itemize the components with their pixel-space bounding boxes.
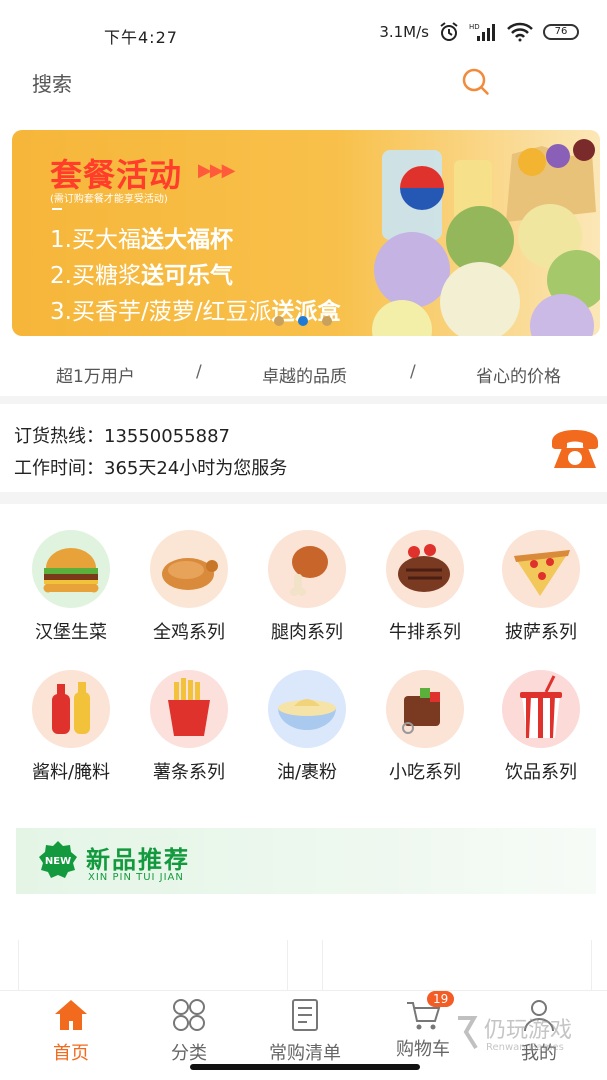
category-label: 酱料/腌料 [31, 762, 111, 783]
banner-food-image [372, 139, 600, 336]
category-drinks[interactable]: 饮品系列 [486, 670, 596, 784]
drink-cup-icon [502, 670, 580, 748]
battery-icon: 76 [543, 24, 579, 40]
pizza-icon [502, 530, 580, 608]
watermark-subtext: Renwan Games [486, 1042, 564, 1053]
new-products-section: NEW 新品推荐 XIN PIN TUI JIAN [0, 800, 607, 912]
banner-note: (需订购套餐才能享受活动) [50, 194, 168, 205]
banner-offer-2: 2.买糖浆送可乐气 [50, 263, 233, 289]
list-icon [292, 999, 318, 1031]
slogan-quality: 卓越的品质 [262, 367, 347, 387]
banner-arrows: ▶▶▶ [198, 160, 236, 181]
sauce-bottles-icon [32, 670, 110, 748]
category-steak[interactable]: 牛排系列 [370, 530, 480, 644]
fries-icon [150, 670, 228, 748]
slogan-users: 超1万用户 [56, 367, 135, 387]
hotline-hours: 工作时间：365天24小时为您服务 [14, 458, 288, 479]
category-label: 腿肉系列 [271, 622, 343, 643]
wifi-icon [507, 22, 533, 42]
product-list [0, 912, 607, 1000]
category-sauce[interactable]: 酱料/腌料 [16, 670, 126, 784]
status-bar: 下午4:27 3.1M/s HD 76 [0, 0, 607, 56]
search-bar[interactable]: 搜索 [0, 56, 607, 108]
home-indicator[interactable] [190, 1064, 420, 1070]
signal-icon: HD [469, 23, 495, 41]
tab-category[interactable]: 分类 [134, 997, 244, 1065]
roast-chicken-icon [150, 530, 228, 608]
snack-skewer-icon [386, 670, 464, 748]
cart-icon-wrap: 19 [405, 991, 455, 1033]
category-label: 油/裹粉 [276, 762, 338, 783]
carousel-dots[interactable] [274, 316, 332, 326]
promo-banner[interactable]: 套餐活动 ▶▶▶ (需订购套餐才能享受活动) 1.买大福送大福杯 2.买糖浆送可… [12, 130, 600, 336]
category-label: 披萨系列 [505, 622, 577, 643]
category-label: 小吃系列 [389, 762, 461, 783]
hd-label: HD [469, 23, 480, 31]
tab-label: 分类 [171, 1043, 207, 1064]
banner-divider [52, 208, 62, 210]
search-icon[interactable] [460, 66, 492, 98]
watermark-text: 仍玩游戏 [484, 1018, 573, 1043]
batter-bowl-icon [268, 670, 346, 748]
banner-section: 套餐活动 ▶▶▶ (需订购套餐才能享受活动) 1.买大福送大福杯 2.买糖浆送可… [0, 108, 607, 350]
category-label: 牛排系列 [389, 622, 461, 643]
steak-icon [386, 530, 464, 608]
tab-home[interactable]: 首页 [16, 997, 126, 1065]
category-pizza[interactable]: 披萨系列 [486, 530, 596, 644]
category-label: 全鸡系列 [153, 622, 225, 643]
network-speed: 3.1M/s [379, 23, 429, 41]
category-label: 饮品系列 [505, 762, 577, 783]
slogan-divider: / [410, 362, 416, 382]
category-fries[interactable]: 薯条系列 [134, 670, 244, 784]
new-products-banner[interactable]: NEW 新品推荐 XIN PIN TUI JIAN [16, 828, 596, 894]
carousel-dot[interactable] [274, 316, 284, 326]
new-products-title: 新品推荐 [86, 846, 190, 874]
search-label[interactable]: 搜索 [32, 68, 72, 97]
tab-frequent-list[interactable]: 常购清单 [250, 997, 360, 1065]
phone-icon[interactable] [548, 426, 602, 472]
burger-icon [32, 530, 110, 608]
alarm-icon [440, 22, 458, 41]
carousel-dot-active[interactable] [298, 316, 308, 326]
slogan-divider: / [196, 362, 202, 382]
new-products-subtitle: XIN PIN TUI JIAN [88, 872, 184, 883]
category-grid: 汉堡生菜 全鸡系列 腿肉系列 牛排系列 披萨系列 酱料/腌料 薯条系列 油/裹粉… [0, 504, 607, 800]
banner-offer-1: 1.买大福送大福杯 [50, 227, 233, 253]
category-whole-chicken[interactable]: 全鸡系列 [134, 530, 244, 644]
category-chicken-leg[interactable]: 腿肉系列 [252, 530, 362, 644]
hotline-section: 订货热线：13550055887 工作时间：365天24小时为您服务 [0, 404, 607, 492]
new-badge-text: NEW [45, 856, 71, 867]
watermark-logo-icon [458, 1016, 478, 1050]
tab-label: 首页 [53, 1043, 89, 1064]
slogan-bar: 超1万用户 / 卓越的品质 / 省心的价格 [0, 350, 607, 396]
hotline-phone[interactable]: 订货热线：13550055887 [14, 422, 230, 448]
status-time: 下午4:27 [104, 28, 178, 47]
tab-label: 常购清单 [269, 1043, 341, 1064]
category-batter[interactable]: 油/裹粉 [252, 670, 362, 784]
cart-badge: 19 [427, 991, 455, 1007]
chicken-leg-icon [268, 530, 346, 608]
category-snack[interactable]: 小吃系列 [370, 670, 480, 784]
new-badge-icon: NEW [39, 841, 77, 878]
category-icon [173, 999, 205, 1031]
category-label: 汉堡生菜 [35, 622, 107, 643]
slogan-price: 省心的价格 [476, 367, 561, 387]
home-icon [55, 1000, 87, 1030]
category-burger[interactable]: 汉堡生菜 [16, 530, 126, 644]
carousel-dot[interactable] [322, 316, 332, 326]
category-label: 薯条系列 [153, 762, 225, 783]
status-icons: 3.1M/s HD 76 [379, 22, 579, 42]
